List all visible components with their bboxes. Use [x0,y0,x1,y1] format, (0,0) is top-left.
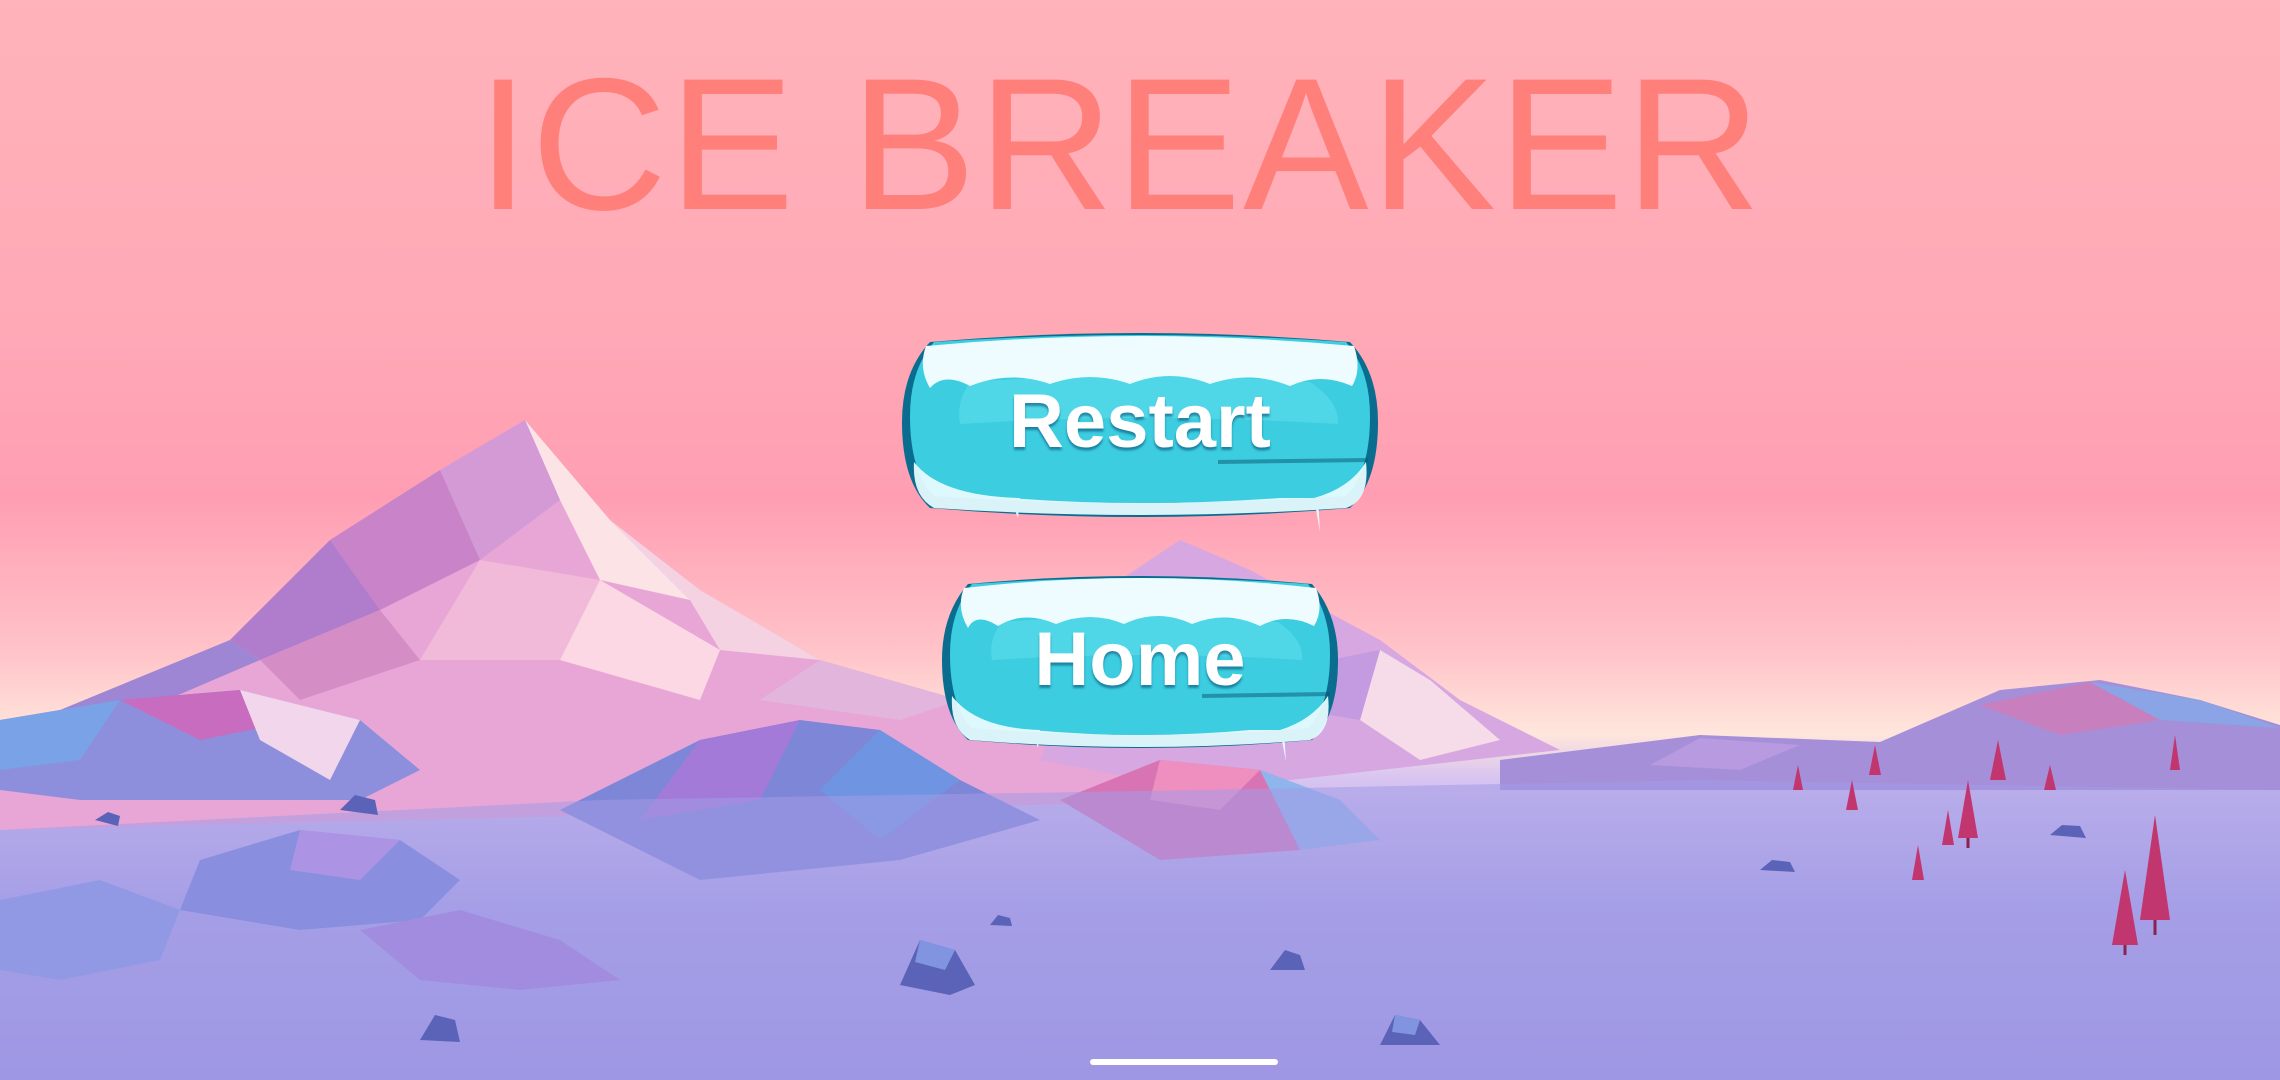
system-home-indicator[interactable] [1090,1059,1278,1065]
home-label: Home [1034,617,1246,702]
game-title: ICE BREAKER [476,39,1764,249]
home-button[interactable]: Home [940,556,1340,768]
game-over-screen: ICE BREAKER Restart Home [0,0,2280,1080]
snowfield [0,780,2280,1080]
restart-button[interactable]: Restart [900,312,1380,540]
restart-label: Restart [1009,379,1271,464]
